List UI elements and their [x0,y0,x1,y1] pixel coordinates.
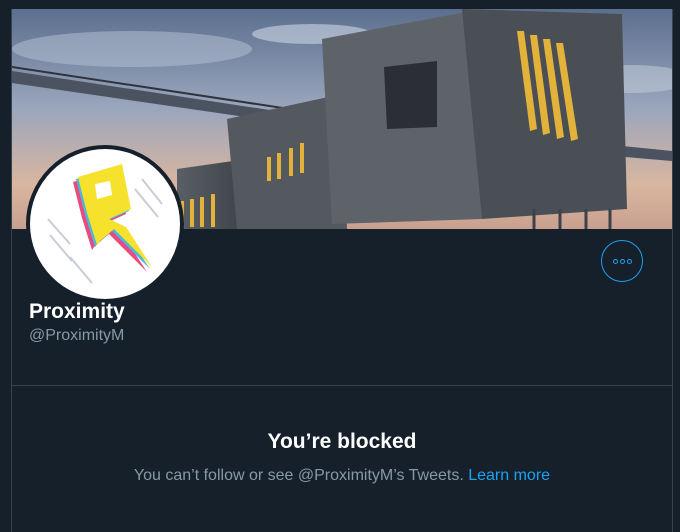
profile-column: Proximity @ProximityM You’re blocked You… [11,9,673,532]
more-options-button[interactable] [601,240,643,282]
profile-name: Proximity [29,300,125,323]
learn-more-link[interactable]: Learn more [468,467,550,484]
profile-handle: @ProximityM [29,327,125,344]
profile-page: Proximity @ProximityM You’re blocked You… [0,0,680,532]
section-divider [12,385,672,386]
more-options-icon [612,258,618,264]
proximity-logo-icon [30,149,180,299]
blocked-message-row: You can’t follow or see @ProximityM’s Tw… [12,467,672,485]
blocked-message: You can’t follow or see @ProximityM’s Tw… [133,467,464,484]
more-options-icon-dot [619,258,625,264]
more-options-icon-dot [626,258,632,264]
profile-avatar[interactable] [26,145,184,303]
blocked-title: You’re blocked [267,430,417,453]
